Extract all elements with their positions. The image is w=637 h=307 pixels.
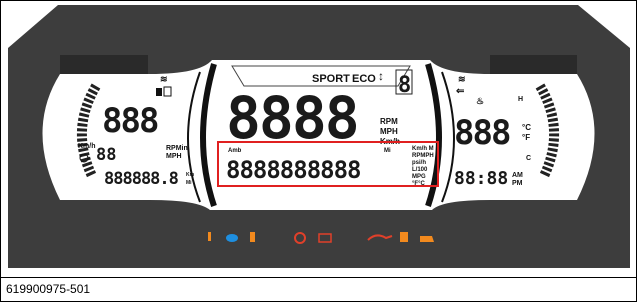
clock-digits: 88:88 [454, 168, 508, 189]
unit-rpmph: RPMPH [412, 153, 434, 159]
h-label: H [518, 96, 523, 103]
left-lcd-mask [60, 55, 148, 74]
message-digits: 8888888888 [226, 156, 361, 184]
pm-label: PM [512, 180, 523, 187]
fahrenheit-unit: °F [522, 133, 530, 142]
rpm-unit: RPM [380, 117, 398, 126]
coolant-temp-indicator-icon [250, 232, 255, 242]
unit-mpg: MPG [412, 174, 426, 180]
unit-l100: L/100 [412, 167, 428, 173]
unit-kmh-m: Km/h M [412, 146, 434, 152]
left-mph-unit: MPH [166, 153, 182, 160]
right-heater-icon: ≋ [458, 74, 466, 84]
figure-caption: 619900975-501 [6, 282, 91, 296]
check-engine-indicator-icon [420, 236, 434, 242]
left-upper-digits: 888 [102, 101, 158, 141]
shift-icon: ↕ [378, 69, 384, 83]
right-arrow-icon: ⇐ [456, 86, 465, 97]
instrument-cluster-figure: SPORT ECO ↕ 8 8888 RPM MPH Km/h Amb 8888… [0, 0, 637, 302]
light-icon [156, 88, 162, 96]
mi-label: Mi [384, 148, 391, 154]
odometer-digits: 888888.8 [104, 169, 179, 189]
left-speed-unit: Km/h [78, 143, 96, 150]
unit-fc: °F°C [412, 181, 425, 187]
warning-indicator-icon [208, 232, 211, 241]
mph-unit: MPH [380, 127, 398, 136]
odo-mi-unit: Mi [186, 180, 192, 186]
gear-digit: 8 [398, 73, 411, 98]
caption-divider [0, 277, 637, 278]
c-label: C [526, 155, 531, 162]
left-small-digits: 88 [96, 145, 116, 165]
heater-icon: ≋ [160, 74, 168, 84]
celsius-unit: °C [522, 123, 531, 132]
unit-psih: psi/h [412, 160, 426, 166]
right-lcd-mask [490, 55, 577, 74]
high-beam-indicator-icon [226, 234, 238, 242]
fuel-indicator-icon [400, 232, 408, 242]
right-digits: 888 [454, 113, 510, 153]
odo-km-unit: Km [186, 172, 195, 178]
left-rpmin-unit: RPMin [166, 145, 188, 152]
amb-label: Amb [228, 148, 242, 154]
right-coolant-icon: ♨ [476, 96, 484, 106]
am-label: AM [512, 172, 523, 179]
